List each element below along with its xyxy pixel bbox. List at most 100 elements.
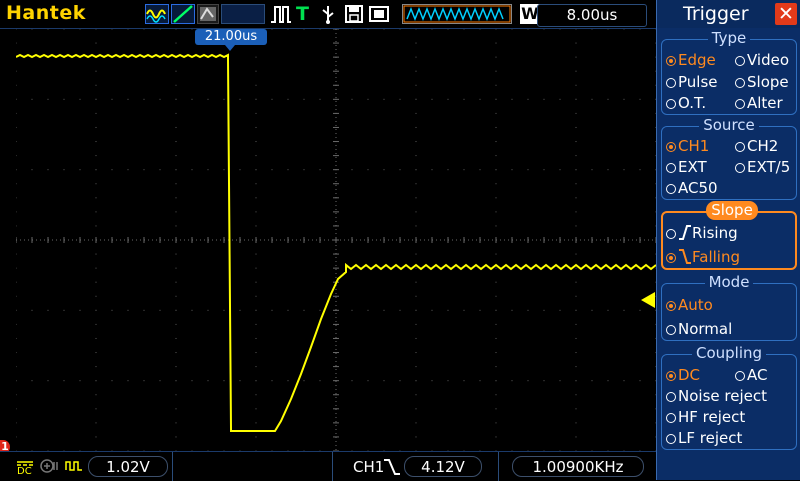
option-label: Falling <box>692 248 740 266</box>
mode-option-auto[interactable]: Auto <box>666 296 713 314</box>
source-option-ac50[interactable]: AC50 <box>666 179 718 197</box>
option-label: Noise reject <box>678 387 767 405</box>
type-option-slope[interactable]: Slope <box>735 73 789 91</box>
coupling-section-title: Coupling <box>691 344 767 362</box>
close-icon: ✕ <box>778 3 794 25</box>
type-section-title: Type <box>707 29 751 47</box>
coupling-option-lf-reject[interactable]: LF reject <box>666 429 742 447</box>
memory-waveform-overview[interactable] <box>402 4 512 24</box>
panel-header: Trigger ✕ <box>657 0 800 28</box>
trigger-channel-label: CH1 <box>353 458 385 476</box>
screenshot-icon[interactable] <box>368 4 390 24</box>
panel-title: Trigger <box>683 3 749 25</box>
type-option-pulse[interactable]: Pulse <box>666 73 718 91</box>
radio-icon <box>666 56 676 66</box>
slope-option-falling[interactable]: Falling <box>666 248 740 266</box>
coupling-option-noise-reject[interactable]: Noise reject <box>666 387 767 405</box>
option-label: Pulse <box>678 73 718 91</box>
radio-icon <box>666 413 676 423</box>
bottom-status-bar: DC 1.02V CH1 4.12V 1.00900KHz <box>0 451 656 481</box>
radio-icon <box>666 99 676 109</box>
bandwidth-limit-icon <box>39 458 61 474</box>
svg-text:DC: DC <box>17 466 32 475</box>
source-option-ext5[interactable]: EXT/5 <box>735 158 790 176</box>
radio-icon <box>735 78 745 88</box>
option-label: LF reject <box>678 429 743 447</box>
mode-option-normal[interactable]: Normal <box>666 320 732 338</box>
coupling-option-hf-reject[interactable]: HF reject <box>666 408 745 426</box>
trigger-level-arrow-icon[interactable] <box>641 292 655 308</box>
waveform-sine-icon[interactable] <box>145 4 169 24</box>
option-label: Slope <box>747 73 789 91</box>
divider <box>332 452 333 481</box>
brand-logo: Hantek <box>6 2 86 24</box>
save-icon[interactable] <box>344 4 364 24</box>
persistence-icon[interactable] <box>197 4 219 24</box>
option-label: DC <box>678 366 701 384</box>
trigger-position-pointer-icon <box>225 45 235 51</box>
top-status-bar: Hantek T W 8.00us <box>0 0 656 29</box>
waveform-graticule <box>15 28 657 452</box>
probe-icon <box>64 458 84 474</box>
type-option-video[interactable]: Video <box>735 51 789 69</box>
slope-section-title: Slope <box>706 201 758 220</box>
close-button[interactable]: ✕ <box>775 3 797 25</box>
rising-edge-icon <box>678 224 692 242</box>
dc-coupling-icon: DC <box>16 459 34 477</box>
ch1-scale-readout[interactable]: 1.02V <box>88 456 168 477</box>
radio-icon <box>666 78 676 88</box>
source-section-title: Source <box>699 116 759 134</box>
source-option-ch1[interactable]: CH1 <box>666 137 709 155</box>
trigger-position-marker[interactable]: 21.00us <box>195 29 267 45</box>
slope-option-rising[interactable]: Rising <box>666 224 738 242</box>
waveform-display[interactable] <box>15 28 657 452</box>
radio-icon <box>735 56 745 66</box>
coupling-option-ac[interactable]: AC <box>735 366 767 384</box>
option-label: AC <box>747 366 768 384</box>
type-option-ot[interactable]: O.T. <box>666 94 706 112</box>
falling-edge-icon <box>678 248 692 266</box>
source-option-ext[interactable]: EXT <box>666 158 707 176</box>
blank-status-box <box>221 4 265 24</box>
coupling-option-dc[interactable]: DC <box>666 366 700 384</box>
option-label: Alter <box>747 94 783 112</box>
radio-icon <box>666 434 676 444</box>
option-label: AC50 <box>678 179 718 197</box>
radio-icon <box>666 325 676 335</box>
trigger-level-readout[interactable]: 4.12V <box>404 456 482 477</box>
radio-icon <box>666 301 676 311</box>
radio-icon <box>666 253 676 263</box>
radio-icon <box>735 99 745 109</box>
radio-icon <box>666 392 676 402</box>
trigger-status-icon: T <box>296 3 309 25</box>
radio-icon <box>735 163 745 173</box>
option-label: O.T. <box>678 94 707 112</box>
mode-section-title: Mode <box>704 273 754 291</box>
source-option-ch2[interactable]: CH2 <box>735 137 778 155</box>
option-label: CH1 <box>678 137 710 155</box>
radio-icon <box>735 142 745 152</box>
radio-icon <box>735 371 745 381</box>
radio-icon <box>666 229 676 239</box>
divider <box>498 452 499 481</box>
frequency-readout: 1.00900KHz <box>512 456 644 477</box>
radio-icon <box>666 371 676 381</box>
type-option-alter[interactable]: Alter <box>735 94 783 112</box>
ramp-icon[interactable] <box>171 4 195 24</box>
option-label: Rising <box>692 224 738 242</box>
option-label: Auto <box>678 296 713 314</box>
type-option-edge[interactable]: Edge <box>666 51 716 69</box>
divider <box>172 452 173 481</box>
option-label: Normal <box>678 320 733 338</box>
option-label: EXT/5 <box>747 158 791 176</box>
radio-icon <box>666 184 676 194</box>
option-label: HF reject <box>678 408 746 426</box>
option-label: Edge <box>678 51 716 69</box>
trigger-time-readout: 8.00us <box>537 4 647 27</box>
pulse-icon <box>270 4 292 24</box>
option-label: CH2 <box>747 137 779 155</box>
option-label: EXT <box>678 158 707 176</box>
radio-icon <box>666 163 676 173</box>
trigger-menu-panel: Trigger ✕ Type Edge Video Pulse Slope O.… <box>656 0 800 480</box>
radio-icon <box>666 142 676 152</box>
